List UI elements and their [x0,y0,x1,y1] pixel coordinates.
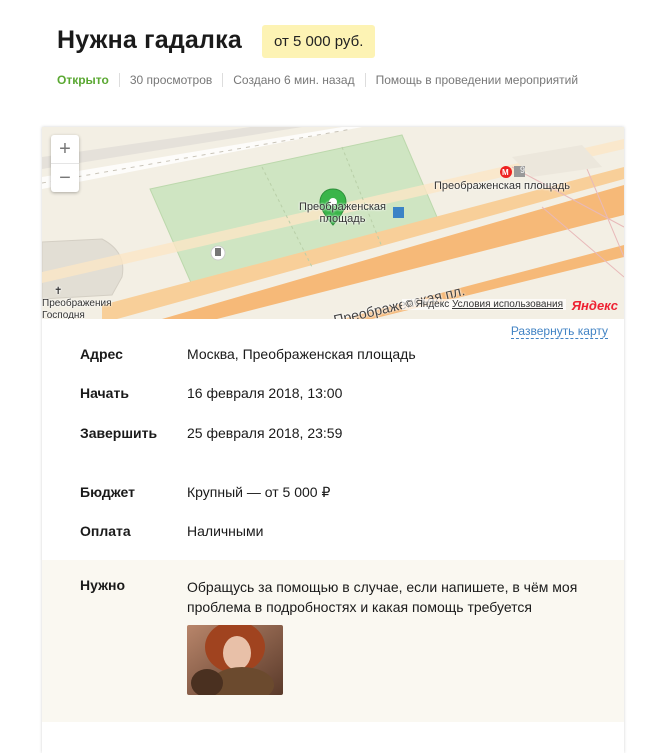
need-label: Нужно [80,577,126,593]
status-badge: Открыто [57,73,109,87]
divider [364,73,366,87]
budget-label: Бюджет [80,484,135,500]
end-value: 25 февраля 2018, 23:59 [187,425,343,441]
svg-text:M: M [502,168,509,177]
address-value: Москва, Преображенская площадь [187,346,416,362]
photo-thumbnail [187,625,283,695]
divider [222,73,224,87]
yandex-logo[interactable]: Яндекс [572,298,618,313]
church-icon: ✝ [54,286,63,297]
payment-label: Оплата [80,523,131,539]
page-title: Нужна гадалка [57,26,242,54]
need-text: Обращусь за помощью в случае, если напиш… [187,579,578,615]
views-count: 30 просмотров [129,73,213,87]
map-copyright: © Яндекс Условия использования [402,299,566,310]
map-label-square: Преображенская площадь [299,201,386,225]
metro-line-number: 9 [520,165,526,175]
expand-map-link[interactable]: Развернуть карту [510,324,608,339]
map-label-church: ✝ Преображения Господня [42,286,112,319]
zoom-out-button[interactable]: − [51,164,79,192]
start-label: Начать [80,385,129,401]
address-label: Адрес [80,346,123,362]
budget-value: Крупный — от 5 000 ₽ [187,484,331,500]
terms-link[interactable]: Условия использования [452,299,563,310]
category-label: Помощь в проведении мероприятий [375,73,579,87]
task-card: M + − Преображенская площадь Преображенс… [42,127,624,753]
map[interactable]: M + − Преображенская площадь Преображенс… [42,127,624,319]
task-meta: Открыто 30 просмотров Создано 6 мин. наз… [57,73,578,87]
end-label: Завершить [80,425,158,441]
price-badge: от 5 000 руб. [262,25,376,58]
map-label-metro: Преображенская площадь [434,180,570,192]
created-time: Создано 6 мин. назад [233,73,355,87]
zoom-control: + − [51,135,79,192]
attached-photo[interactable] [187,625,283,695]
divider [118,73,120,87]
start-value: 16 февраля 2018, 13:00 [187,385,343,401]
need-section: Нужно Обращусь за помощью в случае, если… [42,560,624,722]
zoom-in-button[interactable]: + [51,135,79,164]
payment-value: Наличными [187,523,264,539]
